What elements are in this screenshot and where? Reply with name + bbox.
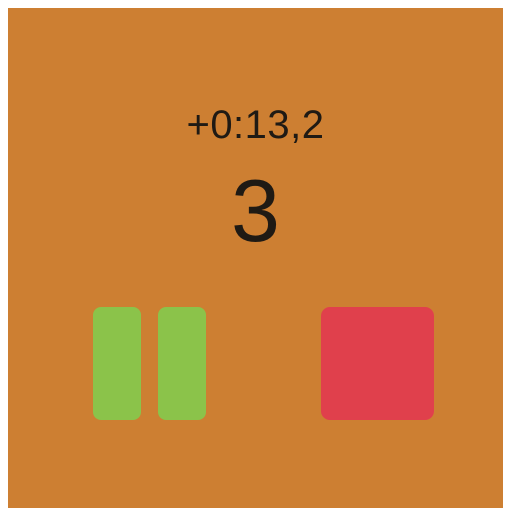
pause-icon-left-bar (93, 307, 141, 420)
stop-button[interactable] (321, 307, 434, 420)
pause-button[interactable] (93, 307, 206, 420)
elapsed-time: +0:13,2 (186, 103, 325, 147)
timer-screen: +0:13,2 3 (8, 8, 503, 508)
pause-icon-right-bar (158, 307, 206, 420)
counter-value: 3 (231, 161, 280, 260)
